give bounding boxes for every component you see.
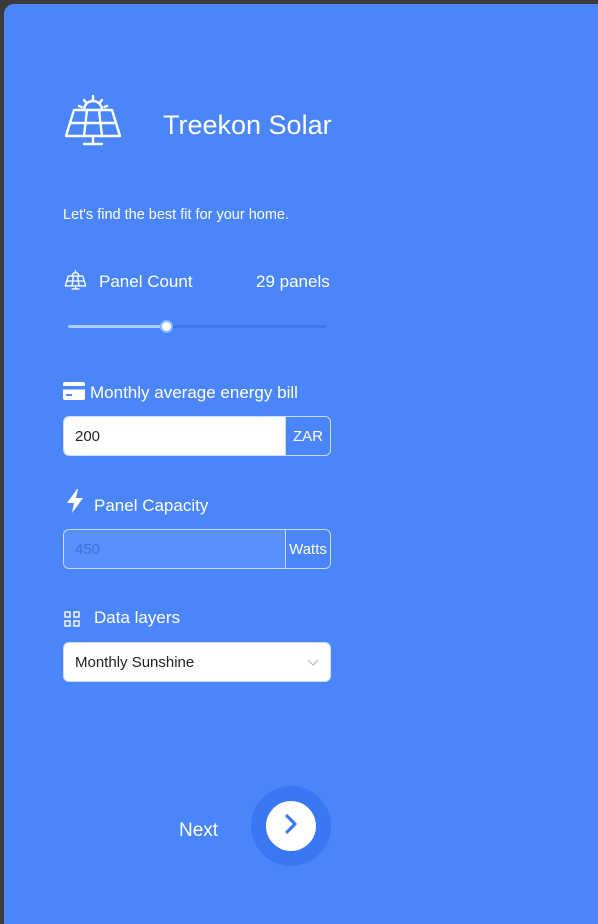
data-layers-selected: Monthly Sunshine <box>75 653 195 671</box>
next-button[interactable] <box>251 786 331 866</box>
credit-card-icon <box>63 382 85 400</box>
energy-bill-input[interactable] <box>64 417 285 455</box>
energy-bill-label: Monthly average energy bill <box>90 383 298 402</box>
panel-count-value: 29 panels <box>256 272 330 291</box>
watts-addon: Watts <box>285 530 330 568</box>
panel-count-slider-fill <box>68 325 167 328</box>
currency-addon: ZAR <box>285 417 330 455</box>
solar-panel-icon <box>63 270 89 292</box>
panel-count-slider-thumb[interactable] <box>160 320 174 333</box>
data-layers-select[interactable]: Monthly Sunshine <box>63 642 331 682</box>
panel-capacity-input[interactable] <box>64 530 285 568</box>
next-button-inner <box>266 801 316 851</box>
grid-icon <box>64 611 80 627</box>
data-layers-label: Data layers <box>94 608 180 627</box>
energy-bill-field: ZAR <box>63 416 331 456</box>
lightning-icon <box>66 489 84 513</box>
panel-capacity-field: Watts <box>63 529 331 569</box>
app-title: Treekon Solar <box>163 110 332 140</box>
subtitle: Let's find the best fit for your home. <box>63 207 290 223</box>
solar-panel-icon <box>62 94 124 152</box>
chevron-down-icon <box>307 654 319 671</box>
panel-count-label: Panel Count <box>99 272 193 291</box>
chevron-right-icon <box>282 813 300 840</box>
next-label[interactable]: Next <box>179 820 218 842</box>
panel-capacity-label: Panel Capacity <box>94 496 209 515</box>
